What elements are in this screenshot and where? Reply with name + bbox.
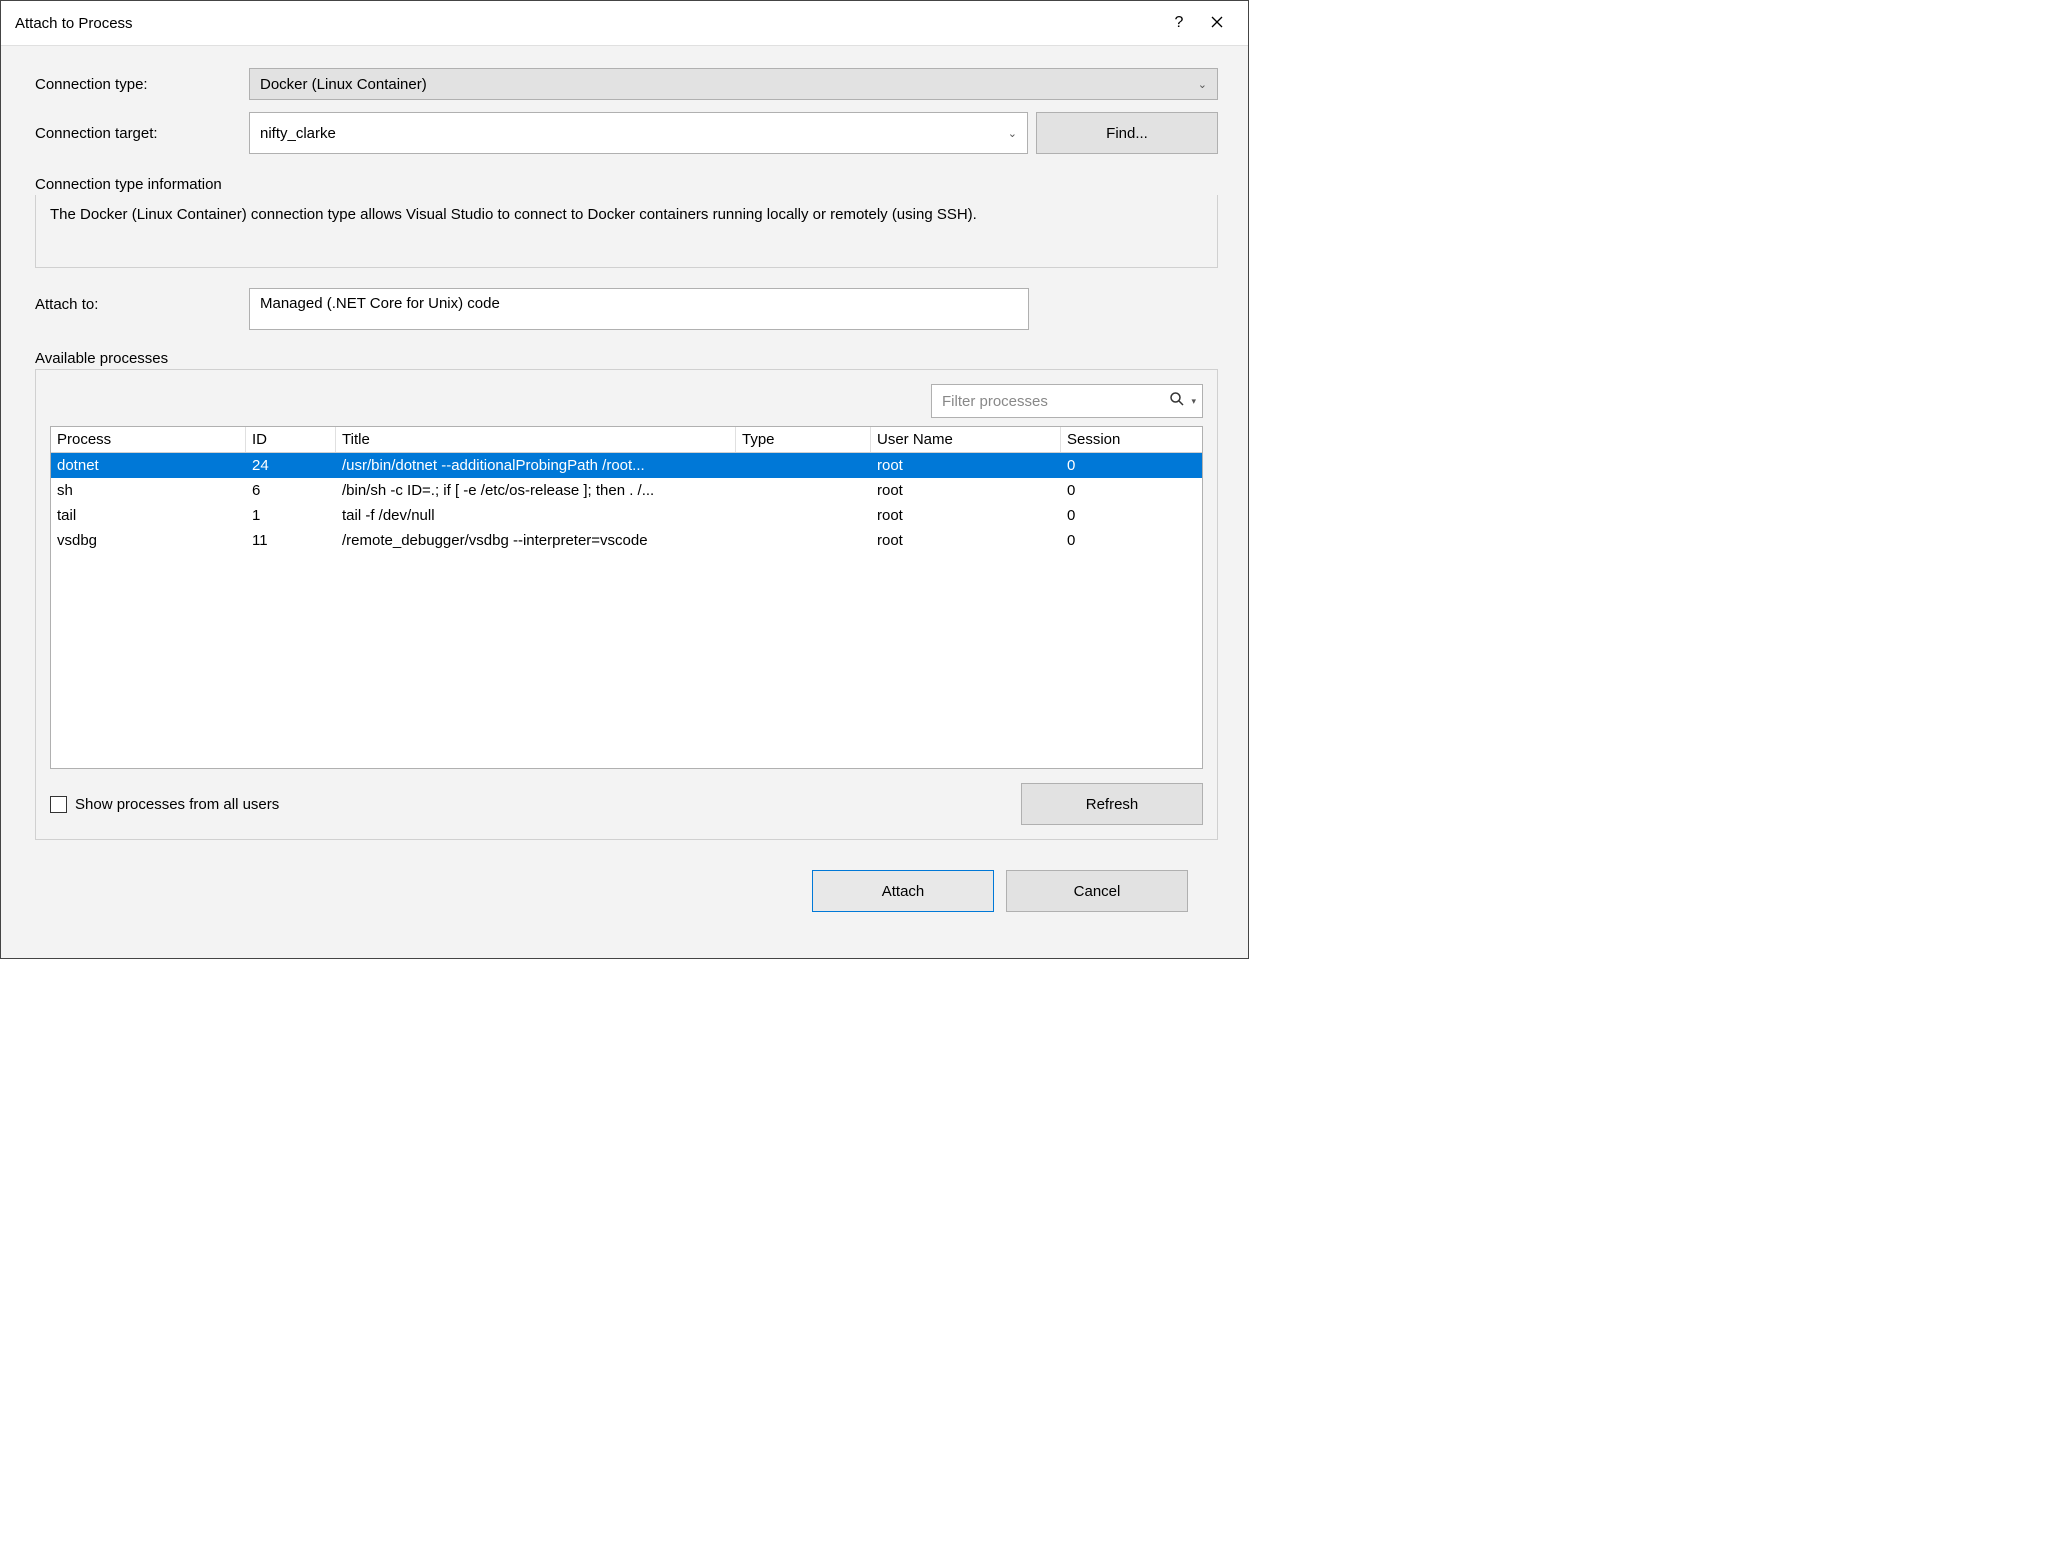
titlebar: Attach to Process ? — [1, 1, 1248, 46]
connection-target-combo[interactable]: nifty_clarke ⌄ — [249, 112, 1028, 154]
connection-type-label: Connection type: — [35, 76, 249, 93]
connection-info-title: Connection type information — [35, 176, 1218, 193]
connection-info-text: The Docker (Linux Container) connection … — [50, 206, 977, 223]
cell-user: root — [871, 528, 1061, 553]
refresh-button[interactable]: Refresh — [1021, 783, 1203, 825]
cancel-button[interactable]: Cancel — [1006, 870, 1188, 912]
available-processes-label: Available processes — [35, 350, 1218, 367]
table-row[interactable]: vsdbg11/remote_debugger/vsdbg --interpre… — [51, 528, 1202, 553]
cell-session: 0 — [1061, 453, 1202, 478]
cell-process: vsdbg — [51, 528, 246, 553]
cell-user: root — [871, 453, 1061, 478]
connection-type-row: Connection type: Docker (Linux Container… — [35, 68, 1218, 100]
attach-button[interactable]: Attach — [812, 870, 994, 912]
cell-user: root — [871, 478, 1061, 503]
col-id[interactable]: ID — [246, 427, 336, 452]
table-row[interactable]: sh6/bin/sh -c ID=.; if [ -e /etc/os-rele… — [51, 478, 1202, 503]
cell-type — [736, 528, 871, 553]
attach-to-box[interactable]: Managed (.NET Core for Unix) code — [249, 288, 1029, 330]
attach-to-process-dialog: Attach to Process ? Connection type: Doc… — [0, 0, 1249, 959]
close-button[interactable] — [1198, 15, 1236, 32]
col-user[interactable]: User Name — [871, 427, 1061, 452]
col-type[interactable]: Type — [736, 427, 871, 452]
cell-type — [736, 478, 871, 503]
cell-type — [736, 453, 871, 478]
cell-session: 0 — [1061, 503, 1202, 528]
dialog-title: Attach to Process — [15, 15, 1160, 32]
cell-session: 0 — [1061, 528, 1202, 553]
connection-info-box: The Docker (Linux Container) connection … — [35, 195, 1218, 268]
available-processes-panel: ▾ Process ID Title Type User Name Sessio… — [35, 369, 1218, 840]
cell-id: 1 — [246, 503, 336, 528]
connection-target-value: nifty_clarke — [260, 125, 336, 142]
cell-session: 0 — [1061, 478, 1202, 503]
show-all-users-label: Show processes from all users — [75, 796, 279, 813]
process-table: Process ID Title Type User Name Session … — [50, 426, 1203, 769]
attach-to-row: Attach to: Managed (.NET Core for Unix) … — [35, 288, 1218, 330]
attach-to-value: Managed (.NET Core for Unix) code — [260, 295, 500, 312]
cell-id: 6 — [246, 478, 336, 503]
connection-type-value: Docker (Linux Container) — [260, 76, 427, 93]
cell-type — [736, 503, 871, 528]
connection-type-combo[interactable]: Docker (Linux Container) ⌄ — [249, 68, 1218, 100]
chevron-down-icon: ⌄ — [1198, 78, 1207, 91]
cell-id: 11 — [246, 528, 336, 553]
filter-row: ▾ — [50, 384, 1203, 418]
col-title[interactable]: Title — [336, 427, 736, 452]
show-all-users-wrap[interactable]: Show processes from all users — [50, 796, 279, 813]
cell-process: tail — [51, 503, 246, 528]
cell-process: sh — [51, 478, 246, 503]
connection-target-label: Connection target: — [35, 125, 249, 142]
table-header: Process ID Title Type User Name Session — [51, 427, 1202, 453]
show-all-users-checkbox[interactable] — [50, 796, 67, 813]
cell-id: 24 — [246, 453, 336, 478]
col-process[interactable]: Process — [51, 427, 246, 452]
connection-target-row: Connection target: nifty_clarke ⌄ Find..… — [35, 112, 1218, 154]
find-button[interactable]: Find... — [1036, 112, 1218, 154]
filter-box[interactable]: ▾ — [931, 384, 1203, 418]
dialog-body: Connection type: Docker (Linux Container… — [1, 46, 1248, 958]
table-row[interactable]: tail1tail -f /dev/null root0 — [51, 503, 1202, 528]
help-button[interactable]: ? — [1160, 14, 1198, 32]
panel-bottom-row: Show processes from all users Refresh — [50, 783, 1203, 825]
col-session[interactable]: Session — [1061, 427, 1202, 452]
cell-title: tail -f /dev/null — [336, 503, 736, 528]
search-icon[interactable] — [1169, 391, 1185, 411]
table-body: dotnet24/usr/bin/dotnet --additionalProb… — [51, 453, 1202, 768]
cell-title: /remote_debugger/vsdbg --interpreter=vsc… — [336, 528, 736, 553]
chevron-down-icon: ⌄ — [1008, 127, 1017, 140]
filter-dropdown-icon[interactable]: ▾ — [1191, 396, 1196, 407]
cell-title: /usr/bin/dotnet --additionalProbingPath … — [336, 453, 736, 478]
attach-to-label: Attach to: — [35, 288, 249, 313]
cell-title: /bin/sh -c ID=.; if [ -e /etc/os-release… — [336, 478, 736, 503]
filter-input[interactable] — [942, 393, 1165, 410]
cell-process: dotnet — [51, 453, 246, 478]
cell-user: root — [871, 503, 1061, 528]
table-row[interactable]: dotnet24/usr/bin/dotnet --additionalProb… — [51, 453, 1202, 478]
dialog-footer: Attach Cancel — [35, 870, 1218, 936]
close-icon — [1211, 16, 1223, 28]
